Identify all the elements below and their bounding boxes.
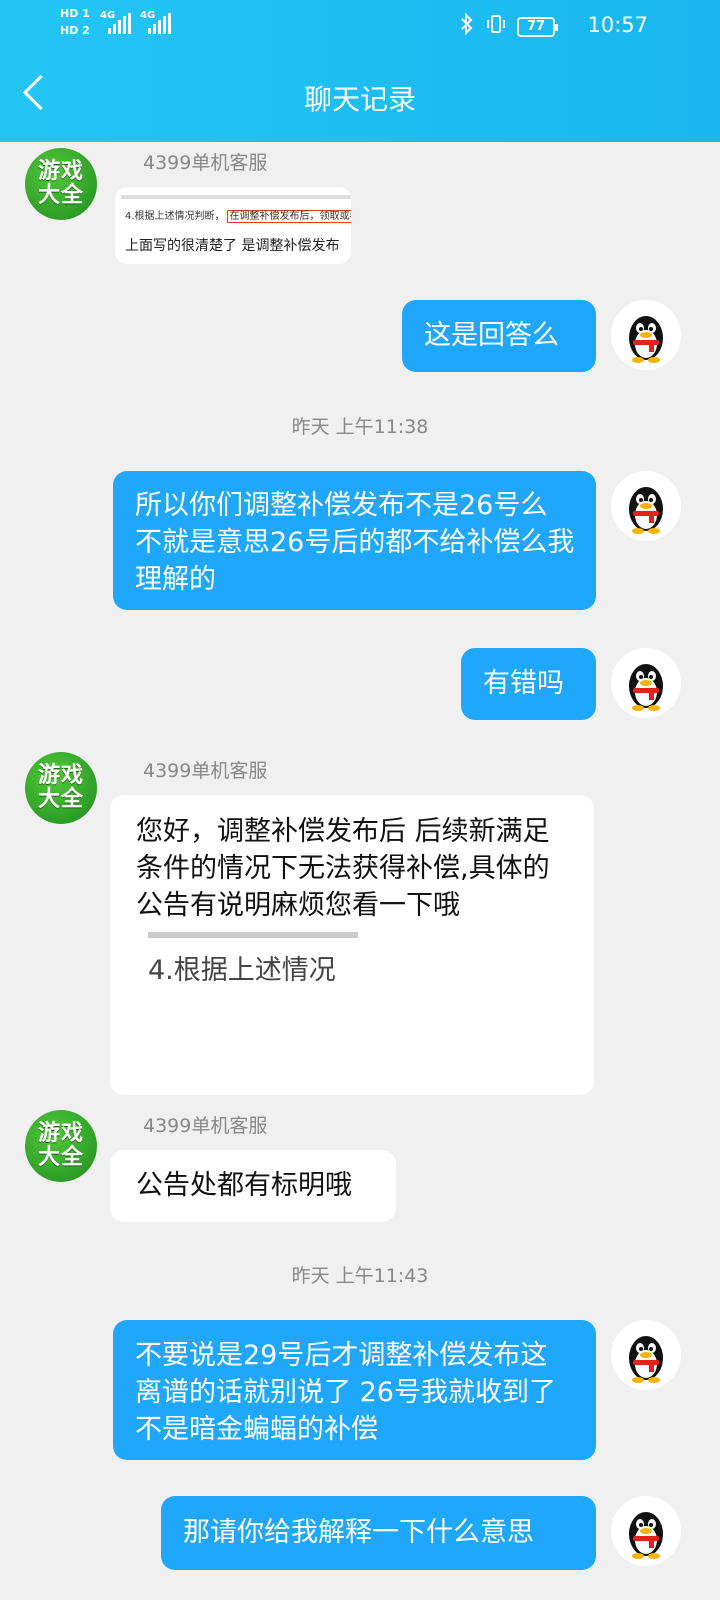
image-divider xyxy=(121,195,351,199)
sender-name: 4399单机客服 xyxy=(143,760,268,782)
image-text: 4.根据上述情况 xyxy=(148,955,336,986)
timestamp: 昨天 上午11:43 xyxy=(291,1265,429,1287)
header-bar: HD 1 HD 2 4G 4G 77 10:57 聊天记录 xyxy=(0,0,720,142)
status-bar: HD 1 HD 2 4G 4G 77 10:57 xyxy=(0,0,720,52)
image-text-line: 上面写的很清楚了 是调整补偿发布 xyxy=(125,238,340,254)
qq-penguin-avatar[interactable] xyxy=(611,300,681,370)
sender-name: 4399单机客服 xyxy=(143,152,268,174)
status-icons: 77 xyxy=(459,12,558,40)
image-text-line: 4.根据上述情况判断， 在调整补偿发布后，领取或者 xyxy=(125,207,351,223)
agent-avatar[interactable]: 游戏 大全 xyxy=(25,1110,97,1182)
qq-penguin-avatar[interactable] xyxy=(611,471,681,541)
page-title: 聊天记录 xyxy=(303,83,416,116)
my-message-bubble[interactable]: 有错吗 xyxy=(461,648,596,720)
battery-icon: 77 xyxy=(517,16,558,37)
sim1-label: HD 1 xyxy=(60,7,90,20)
bluetooth-icon xyxy=(459,12,475,40)
battery-level: 77 xyxy=(526,19,546,34)
sender-name: 4399单机客服 xyxy=(143,1115,268,1137)
qq-penguin-avatar[interactable] xyxy=(611,648,681,718)
message-text: 您好，调整补偿发布后 后续新满足条件的情况下无法获得补偿,具体的公告有说明麻烦您… xyxy=(136,816,550,921)
image-message[interactable]: 4.根据上述情况判断， 在调整补偿发布后，领取或者 上面写的很清楚了 是调整补偿发… xyxy=(115,187,351,264)
sim-indicators: HD 1 HD 2 xyxy=(60,8,90,42)
signal-2-icon: 4G xyxy=(140,10,171,34)
agent-avatar[interactable]: 游戏 大全 xyxy=(25,148,97,220)
signal-1-icon: 4G xyxy=(100,10,131,34)
agent-message-bubble[interactable]: 您好，调整补偿发布后 后续新满足条件的情况下无法获得补偿,具体的公告有说明麻烦您… xyxy=(110,795,594,1095)
qq-penguin-avatar[interactable] xyxy=(611,1320,681,1390)
my-message-bubble[interactable]: 不要说是29号后才调整补偿发布这离谱的话就别说了 26号我就收到了不是暗金蝙蝠的… xyxy=(113,1320,596,1460)
agent-message-bubble[interactable]: 公告处都有标明哦 xyxy=(110,1150,396,1222)
qq-penguin-avatar[interactable] xyxy=(611,1496,681,1566)
sim2-label: HD 2 xyxy=(60,24,90,37)
timestamp: 昨天 上午11:38 xyxy=(291,416,429,438)
my-message-bubble[interactable]: 所以你们调整补偿发布不是26号么 不就是意思26号后的都不给补偿么我理解的 xyxy=(113,471,596,610)
net1-label: 4G xyxy=(100,10,116,21)
vibrate-icon xyxy=(485,13,507,40)
my-message-bubble[interactable]: 那请你给我解释一下什么意思 xyxy=(161,1496,596,1570)
clock: 10:57 xyxy=(587,13,648,37)
my-message-bubble[interactable]: 这是回答么 xyxy=(402,300,596,372)
agent-avatar[interactable]: 游戏 大全 xyxy=(25,752,97,824)
embedded-image[interactable]: 4.根据上述情况 xyxy=(136,932,368,1002)
net2-label: 4G xyxy=(140,10,156,21)
